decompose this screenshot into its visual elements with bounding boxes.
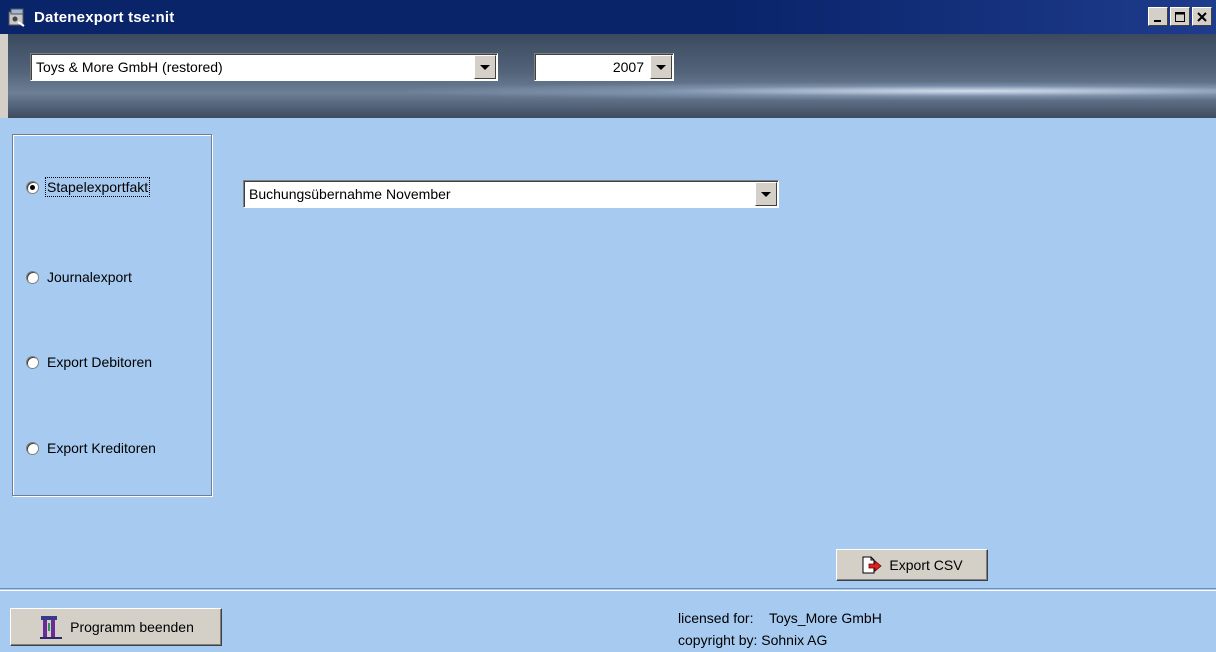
radio-label: Stapelexportfakt [44, 177, 151, 197]
license-line: licensed for: Toys_More GmbH [678, 610, 882, 626]
export-csv-button[interactable]: Export CSV [836, 549, 988, 581]
minimize-icon [1154, 19, 1161, 22]
chevron-down-icon [761, 191, 771, 197]
chevron-down-icon [656, 64, 666, 70]
banner-edge [0, 34, 8, 118]
quit-program-label: Programm beenden [70, 619, 194, 635]
year-select[interactable]: 2007 [534, 53, 674, 81]
batch-select-dropdown-button[interactable] [755, 182, 777, 206]
minimize-button[interactable] [1148, 7, 1168, 26]
company-select-value: Toys & More GmbH (restored) [36, 59, 223, 75]
quit-program-button[interactable]: Programm beenden [10, 608, 222, 646]
copyright-text: copyright by: Sohnix AG [678, 632, 828, 648]
exit-door-icon [40, 616, 63, 639]
title-bar[interactable]: Datenexport tse:nit [0, 0, 1216, 34]
radio-export-kreditoren[interactable]: Export Kreditoren [26, 440, 156, 456]
radio-label: Journalexport [47, 269, 132, 285]
export-icon [862, 556, 883, 574]
close-icon [1197, 11, 1207, 22]
radio-stapelexportfakt[interactable]: Stapelexportfakt [26, 177, 151, 197]
radio-button[interactable] [26, 180, 39, 194]
maximize-button[interactable] [1170, 7, 1190, 26]
main-edge [0, 118, 8, 652]
licensed-for-value: Toys_More GmbH [769, 610, 882, 626]
radio-label: Export Debitoren [47, 354, 153, 370]
radio-button[interactable] [26, 441, 39, 455]
chevron-down-icon [480, 64, 490, 70]
company-select[interactable]: Toys & More GmbH (restored) [30, 53, 498, 81]
app-icon [6, 6, 28, 28]
year-select-dropdown-button[interactable] [650, 55, 672, 79]
licensed-for-label: licensed for: [678, 610, 754, 626]
radio-selected-dot [30, 184, 35, 190]
year-select-value: 2007 [612, 59, 644, 75]
radio-button[interactable] [26, 355, 39, 369]
radio-export-debitoren[interactable]: Export Debitoren [26, 354, 152, 370]
close-button[interactable] [1192, 7, 1212, 26]
export-csv-label: Export CSV [889, 557, 963, 573]
radio-label: Export Kreditoren [47, 440, 156, 456]
radio-button[interactable] [26, 270, 39, 284]
window-title: Datenexport tse:nit [34, 8, 175, 26]
maximize-icon [1175, 11, 1185, 22]
batch-select[interactable]: Buchungsübernahme November [243, 180, 779, 208]
batch-select-value: Buchungsübernahme November [249, 186, 451, 202]
company-select-dropdown-button[interactable] [474, 55, 496, 79]
radio-journalexport[interactable]: Journalexport [26, 269, 132, 285]
